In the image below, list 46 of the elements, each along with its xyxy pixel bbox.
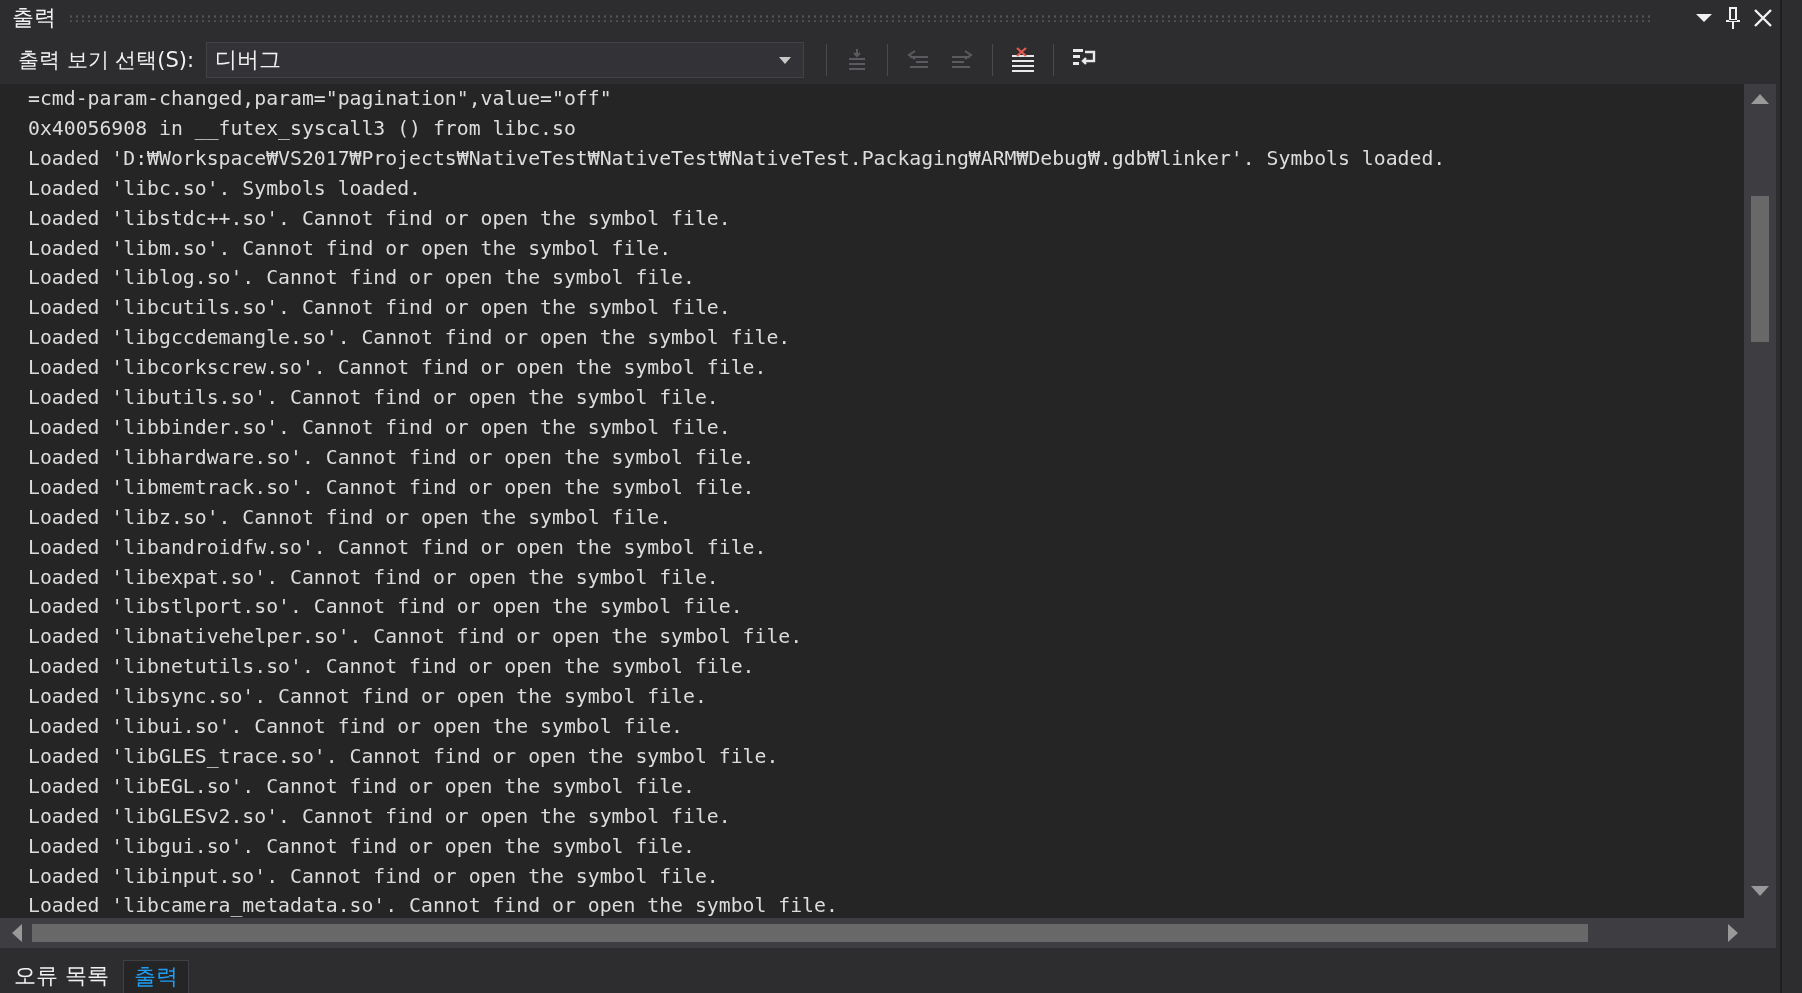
output-line: Loaded 'libnativehelper.so'. Cannot find or open the symbol file. [28, 624, 803, 651]
output-line: Loaded 'libinput.so'. Cannot find or open the symbol file. [28, 863, 719, 890]
output-source-dropdown[interactable]: 디버그 [206, 42, 805, 78]
panel-tab[interactable]: 오류 목록 [4, 960, 119, 993]
output-line: Loaded 'libutils.so'. Cannot find or open the symbol file. [28, 385, 719, 412]
output-line: Loaded 'libbinder.so'. Cannot find or open the symbol file. [28, 414, 731, 441]
output-line: Loaded 'libhardware.so'. Cannot find or open the symbol file. [28, 444, 755, 471]
output-line: Loaded 'libcorkscrew.so'. Cannot find or open the symbol file. [28, 355, 767, 382]
output-line: Loaded 'libstdc++.so'. Cannot find or open the symbol file. [28, 205, 731, 232]
scroll-left-icon[interactable] [12, 924, 22, 942]
output-line: Loaded 'libGLES_trace.so'. Cannot find or open the symbol file. [28, 743, 779, 770]
output-line: Loaded 'libui.so'. Cannot find or open the symbol file. [28, 714, 683, 741]
output-line: Loaded 'libandroidfw.so'. Cannot find or open the symbol file. [28, 534, 767, 561]
output-line: Loaded 'D:₩Workspace₩VS2017₩Projects₩NativeTest₩NativeTest₩NativeTest.Packaging₩ARM₩Debug₩.gdb₩linker'. Symbols loaded. [28, 145, 1446, 172]
output-line: Loaded 'libGLESv2.so'. Cannot find or open the symbol file. [28, 803, 731, 830]
output-line: Loaded 'libnetutils.so'. Cannot find or open the symbol file. [28, 654, 755, 681]
scroll-up-icon[interactable] [1751, 94, 1769, 104]
dropdown-arrow-icon [779, 56, 792, 64]
output-line: Loaded 'libcutils.so'. Cannot find or open the symbol file. [28, 295, 731, 322]
scroll-thumb[interactable] [32, 924, 1588, 942]
dropdown-arrow-icon[interactable] [1696, 13, 1712, 23]
output-line: Loaded 'libstlport.so'. Cannot find or open the symbol file. [28, 594, 743, 621]
panel-tab[interactable]: 출력 [123, 960, 189, 993]
close-icon[interactable] [1754, 9, 1772, 27]
horizontal-scrollbar[interactable] [0, 918, 1744, 948]
output-line: Loaded 'libcamera_metadata.so'. Cannot find or open the symbol file. [28, 893, 838, 918]
scroll-right-icon[interactable] [1728, 924, 1738, 942]
output-line: Loaded 'libz.so'. Cannot find or open the symbol file. [28, 504, 672, 531]
output-line: Loaded 'libgui.so'. Cannot find or open the symbol file. [28, 833, 695, 860]
output-line: Loaded 'libexpat.so'. Cannot find or open the symbol file. [28, 564, 719, 591]
output-line: Loaded 'libgccdemangle.so'. Cannot find or open the symbol file. [28, 325, 791, 352]
output-line: 0x40056908 in __futex_syscall3 () from libc.so [28, 115, 576, 142]
scroll-down-icon[interactable] [1751, 886, 1769, 896]
output-line: Loaded 'libsync.so'. Cannot find or open the symbol file. [28, 684, 707, 711]
window-title: 출력 [12, 4, 56, 32]
output-line: Loaded 'libc.so'. Symbols loaded. [28, 175, 421, 202]
vertical-scrollbar[interactable] [1744, 84, 1776, 918]
scroll-thumb[interactable] [1751, 196, 1769, 342]
output-source-label: 출력 보기 선택(S): [18, 47, 195, 74]
output-line: Loaded 'libmemtrack.so'. Cannot find or open the symbol file. [28, 474, 755, 501]
output-line: =cmd-param-changed,param="pagination",value="off" [28, 86, 612, 112]
output-line: Loaded 'libm.so'. Cannot find or open the symbol file. [28, 235, 672, 262]
output-line: Loaded 'liblog.so'. Cannot find or open the symbol file. [28, 265, 695, 292]
clear-all-icon [1011, 47, 1036, 73]
output-line: Loaded 'libEGL.so'. Cannot find or open the symbol file. [28, 773, 695, 800]
pin-icon[interactable] [1726, 7, 1740, 29]
